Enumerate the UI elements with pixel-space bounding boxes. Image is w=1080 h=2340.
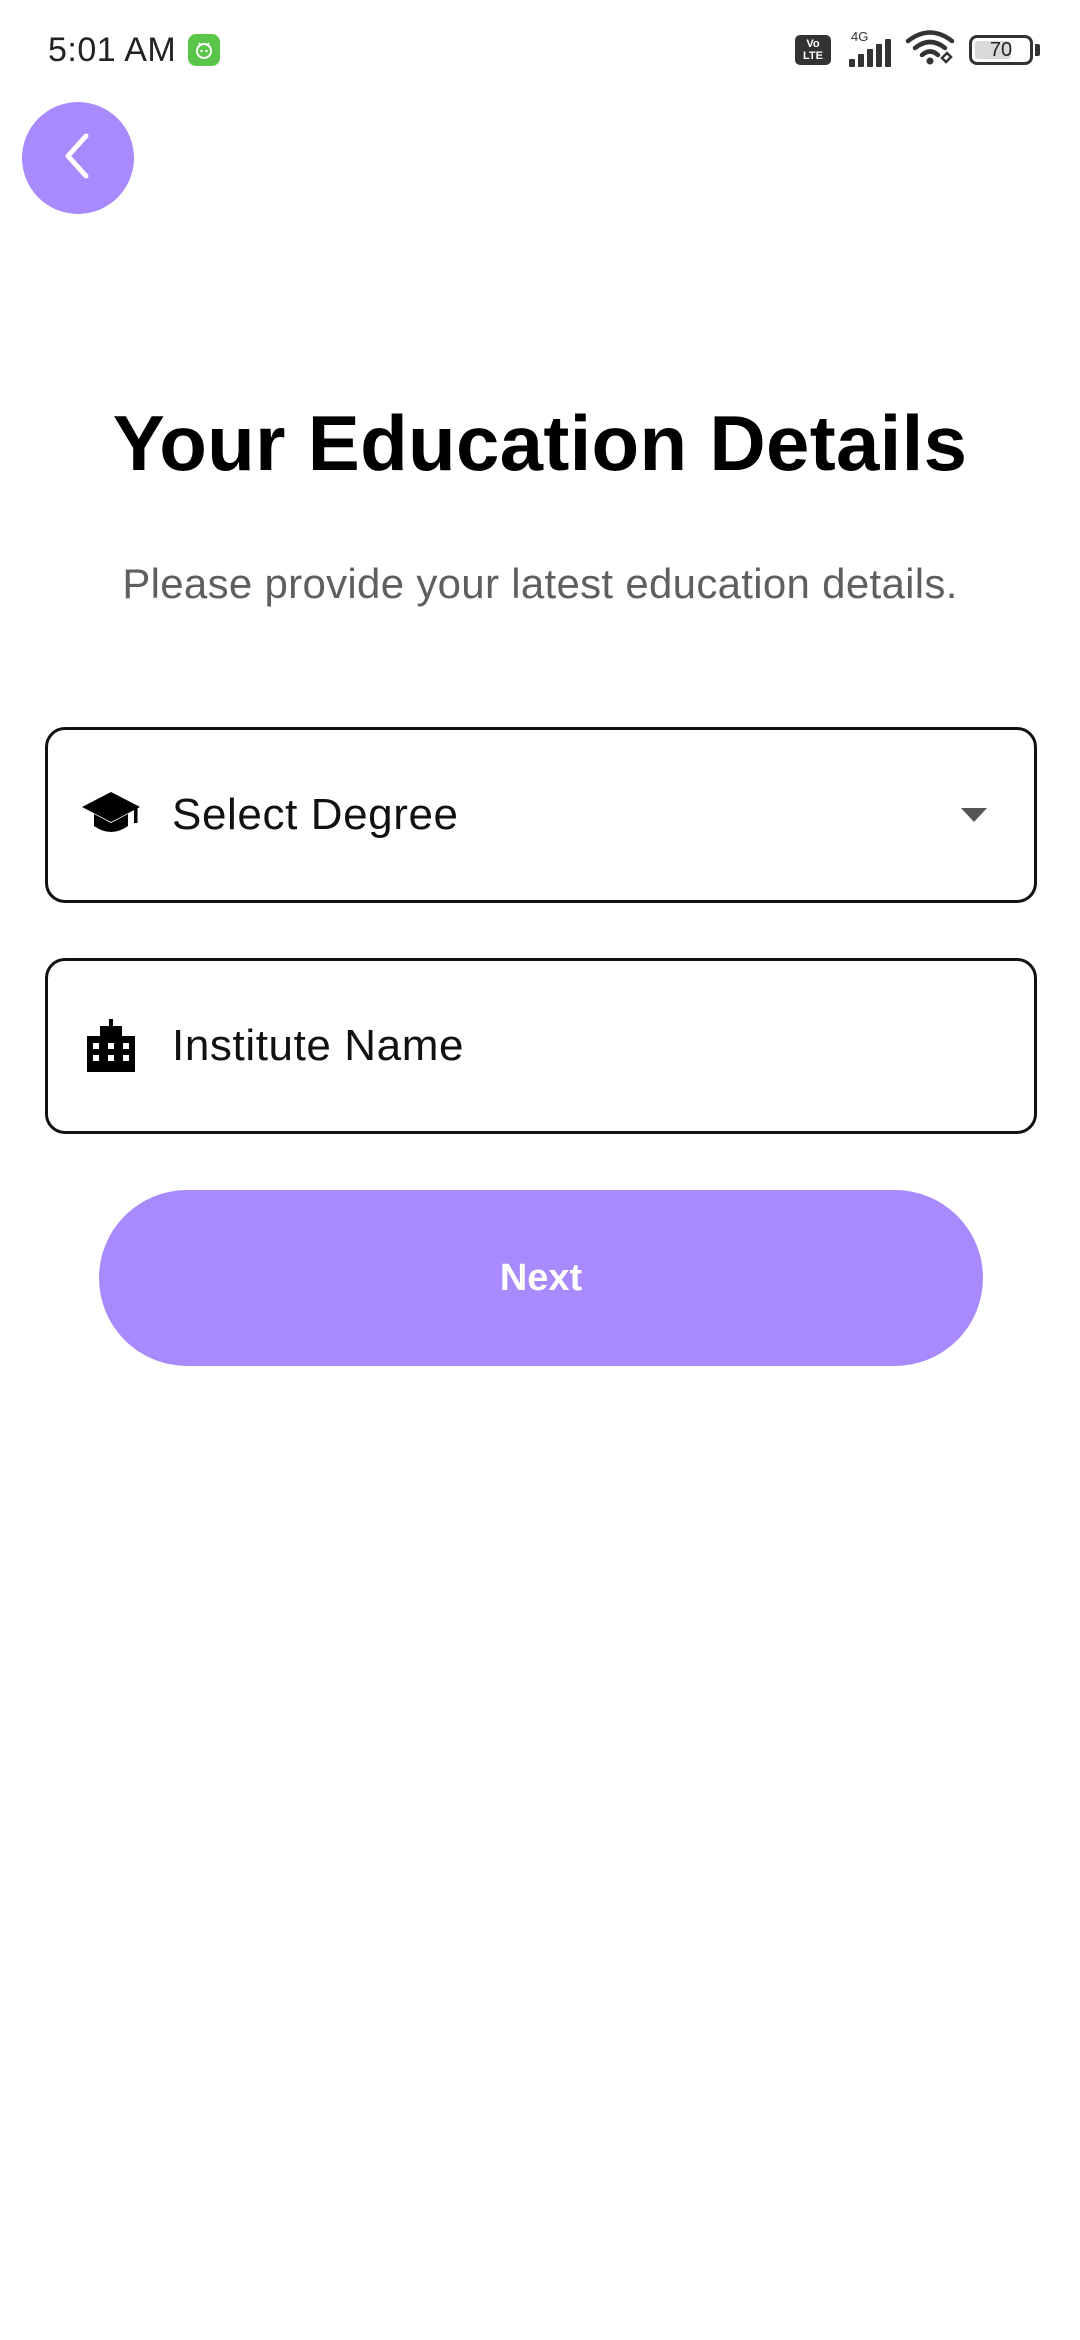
volte-icon: Vo LTE <box>795 35 831 65</box>
status-time: 5:01 AM <box>48 30 177 69</box>
building-icon <box>80 1015 142 1077</box>
institute-name-input[interactable] <box>172 1021 994 1071</box>
education-details-screen: 5:01 AM Vo LTE 4G 70 Your Education Deta… <box>0 0 1080 2340</box>
android-bot-icon <box>188 34 221 66</box>
battery-level: 70 <box>989 38 1013 61</box>
volte-top-label: Vo <box>806 38 820 50</box>
institute-field[interactable] <box>45 958 1037 1134</box>
status-left: 5:01 AM <box>48 30 221 70</box>
signal-bar <box>858 54 864 67</box>
wifi-icon <box>905 29 955 71</box>
battery-icon: 70 <box>969 35 1040 65</box>
chevron-left-icon <box>58 130 98 187</box>
status-right: Vo LTE 4G 70 <box>795 29 1040 71</box>
page-title: Your Education Details <box>112 399 968 487</box>
degree-select-label: Select Degree <box>172 790 459 839</box>
caret-down-icon <box>954 795 994 835</box>
graduation-cap-icon <box>80 784 142 846</box>
status-bar: 5:01 AM Vo LTE 4G 70 <box>0 0 1080 100</box>
network-type-label: 4G <box>851 29 869 44</box>
battery-tip <box>1035 44 1040 56</box>
signal-bar <box>885 39 891 67</box>
signal-bar <box>867 49 873 67</box>
back-button[interactable] <box>22 102 134 214</box>
next-button[interactable]: Next <box>99 1190 983 1366</box>
signal-bar <box>849 59 855 67</box>
degree-select[interactable]: Select Degree <box>45 727 1037 903</box>
signal-bar <box>876 44 882 67</box>
volte-bottom-label: LTE <box>803 50 823 62</box>
cellular-signal-icon: 4G <box>845 29 891 67</box>
battery-body: 70 <box>969 35 1033 65</box>
page-subtitle: Please provide your latest education det… <box>122 560 958 607</box>
